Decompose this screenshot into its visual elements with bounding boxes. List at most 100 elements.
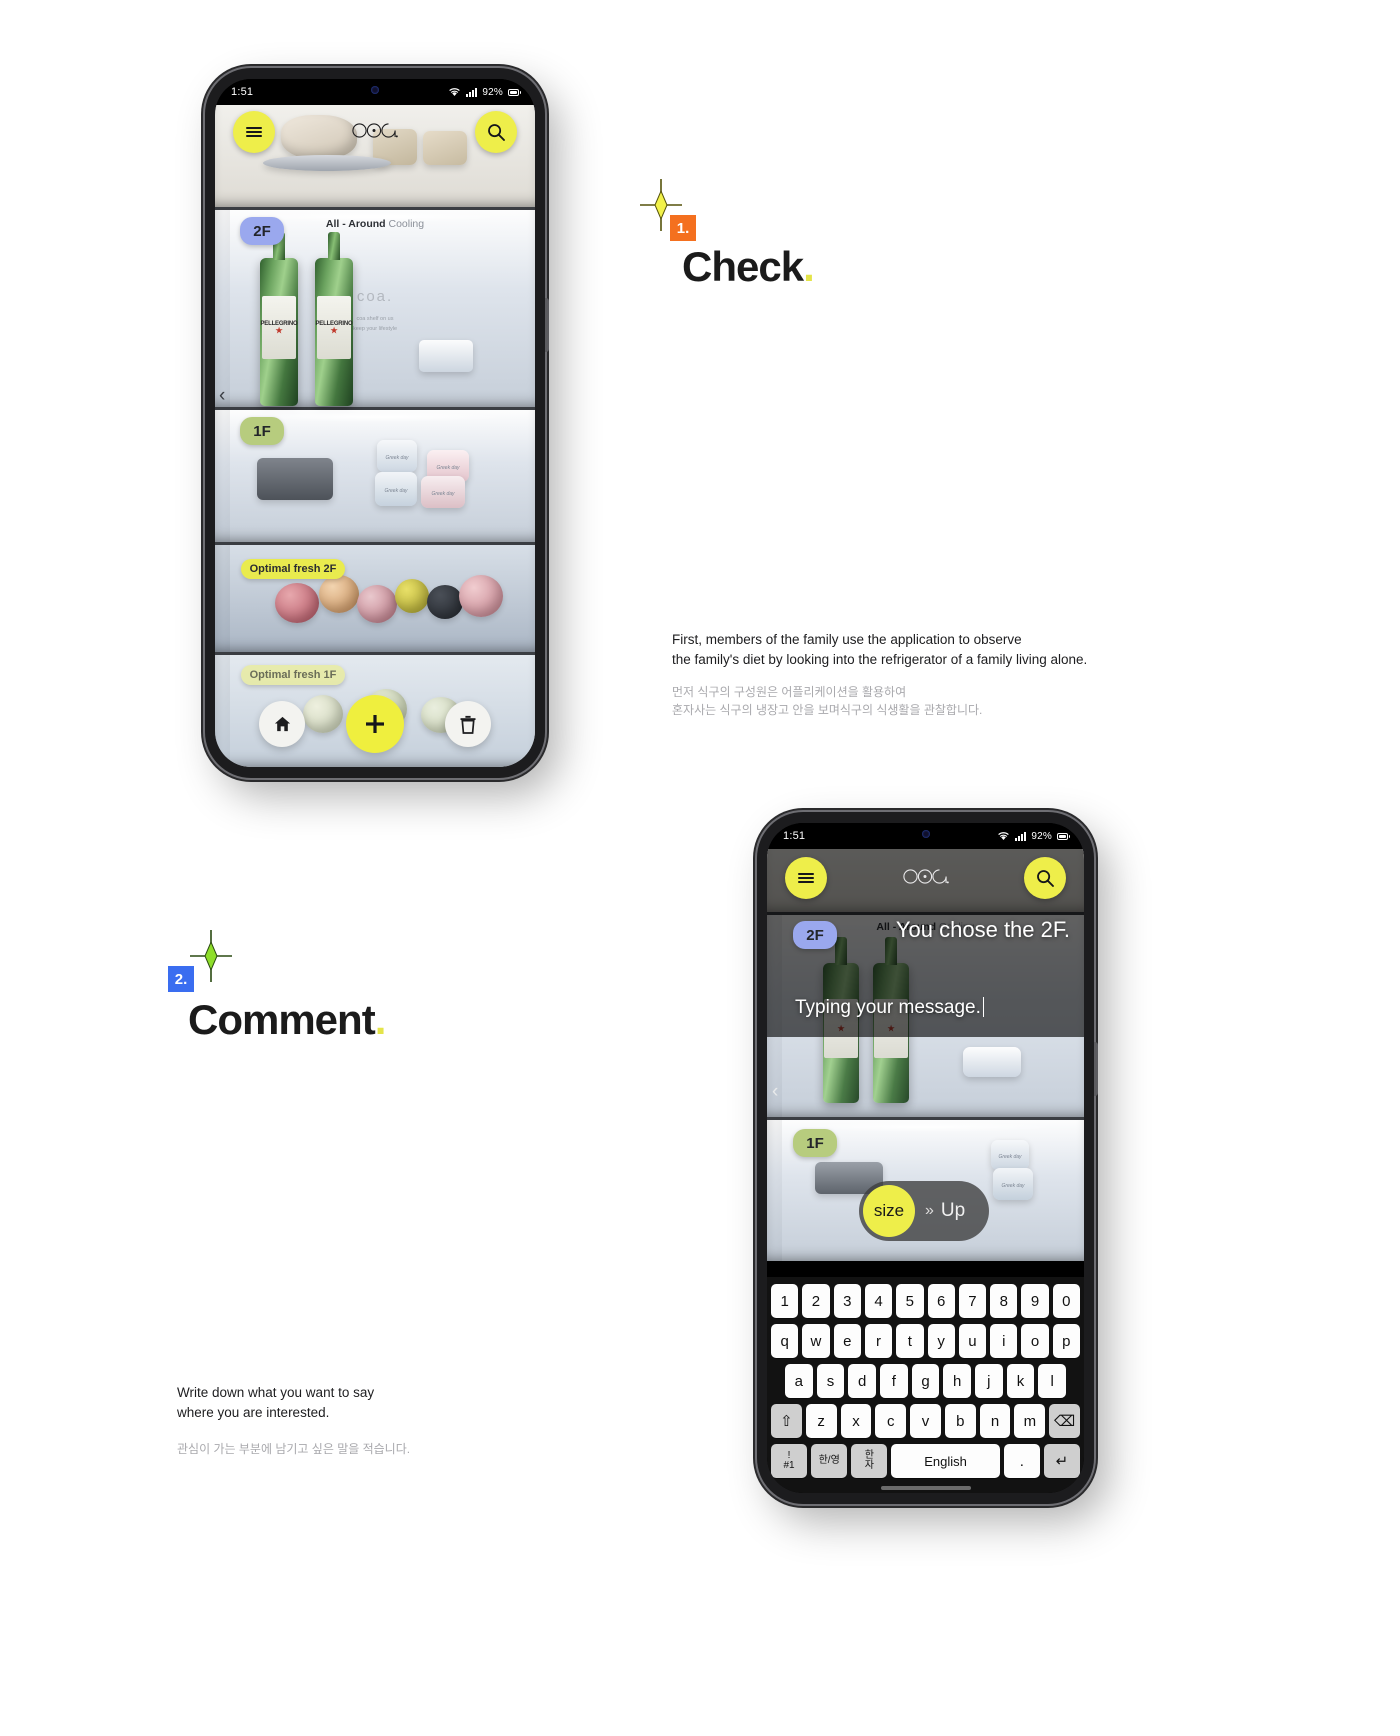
key-4[interactable]: 4: [864, 1284, 893, 1318]
step-number-text: 2.: [174, 970, 188, 988]
key-5[interactable]: 5: [896, 1284, 924, 1318]
key-l[interactable]: l: [1038, 1364, 1067, 1398]
front-camera-icon: [921, 830, 930, 838]
key-e[interactable]: e: [833, 1324, 861, 1358]
step-title-text: Check: [682, 243, 804, 290]
keyboard-row-bottom: ! #1 한/영 한 자 English . ↵: [771, 1444, 1080, 1478]
step-number-badge: 2.: [168, 966, 194, 992]
shift-key[interactable]: ⇧: [770, 1404, 802, 1438]
key-a[interactable]: a: [784, 1364, 813, 1398]
search-button[interactable]: [1024, 857, 1066, 899]
hanja-key-bottom: 자: [864, 1460, 874, 1471]
key-n[interactable]: n: [979, 1404, 1011, 1438]
food-blob: [281, 115, 357, 159]
key-x[interactable]: x: [840, 1404, 872, 1438]
language-toggle-key[interactable]: 한/영: [811, 1444, 848, 1478]
home-button[interactable]: [259, 701, 306, 747]
signal-icon: [466, 87, 478, 97]
key-2[interactable]: 2: [802, 1284, 830, 1318]
key-t[interactable]: t: [896, 1324, 924, 1358]
watermark-sub-1: coa shelf on us: [356, 316, 394, 322]
key-s[interactable]: s: [816, 1364, 845, 1398]
key-m[interactable]: m: [1014, 1404, 1046, 1438]
battery-percent: 92%: [1031, 830, 1052, 842]
delete-button[interactable]: [444, 701, 491, 747]
produce-item: [427, 585, 463, 619]
key-v[interactable]: v: [910, 1404, 941, 1438]
hanja-key[interactable]: 한 자: [851, 1444, 888, 1478]
key-9[interactable]: 9: [1021, 1284, 1049, 1318]
status-time: 1:51: [783, 830, 806, 842]
keyboard-row-numbers: 1234567890: [771, 1284, 1080, 1318]
key-o[interactable]: o: [1021, 1324, 1049, 1358]
key-w[interactable]: w: [802, 1324, 830, 1358]
message-input[interactable]: Typing your message.: [795, 997, 985, 1019]
space-key[interactable]: English: [891, 1444, 1000, 1478]
key-7[interactable]: 7: [958, 1284, 987, 1318]
step-1-paragraph-ko: 먼저 식구의 구성원은 어플리케이션을 활용하여 혼자사는 식구의 냉장고 안을…: [672, 685, 983, 717]
add-button[interactable]: [345, 695, 404, 753]
produce-item: [459, 575, 503, 617]
key-6[interactable]: 6: [927, 1284, 955, 1318]
key-z[interactable]: z: [805, 1404, 837, 1438]
previous-arrow-icon[interactable]: ‹: [219, 385, 225, 407]
bottle: PELLEGRINO ★: [315, 232, 353, 406]
symbols-key[interactable]: ! #1: [771, 1444, 808, 1478]
menu-button[interactable]: [233, 111, 275, 153]
battery-icon: [1057, 832, 1070, 840]
step-number-badge: 1.: [670, 215, 696, 241]
watermark-sub-2: keep your lifestyle: [352, 325, 398, 332]
key-j[interactable]: j: [975, 1364, 1003, 1398]
size-button[interactable]: size: [863, 1185, 915, 1237]
watermark-sub: coa shelf on us keep your lifestyle: [353, 315, 397, 335]
key-h[interactable]: h: [943, 1364, 972, 1398]
floor-badge-2f[interactable]: 2F: [240, 217, 284, 245]
key-p[interactable]: p: [1052, 1324, 1080, 1358]
key-3[interactable]: 3: [833, 1284, 861, 1318]
step-title-dot: .: [374, 996, 387, 1043]
bottle-label: PELLEGRINO ★: [316, 296, 353, 359]
battery-icon: [508, 88, 521, 96]
menu-button[interactable]: [785, 857, 827, 899]
key-8[interactable]: 8: [990, 1284, 1018, 1318]
app-logo: [352, 123, 398, 143]
key-i[interactable]: i: [990, 1324, 1018, 1358]
battery-percent: 92%: [482, 86, 503, 98]
key-b[interactable]: b: [944, 1404, 976, 1438]
floor-badge-2f[interactable]: 2F: [793, 921, 837, 949]
tub-label: Greek day: [385, 454, 409, 461]
all-around-cooling-label: All - Around Cooling: [326, 218, 424, 230]
size-button-label: size: [873, 1201, 905, 1220]
system-nav-pill[interactable]: [880, 1486, 971, 1490]
produce-item: [357, 585, 397, 623]
key-d[interactable]: d: [848, 1364, 876, 1398]
key-0[interactable]: 0: [1052, 1284, 1080, 1318]
size-value: Up: [940, 1200, 966, 1221]
yogurt-tub: Greek day: [375, 472, 417, 506]
floor-badge-1f[interactable]: 1F: [240, 417, 284, 445]
key-u[interactable]: u: [958, 1324, 987, 1358]
key-r[interactable]: r: [864, 1324, 893, 1358]
backspace-key[interactable]: ⌫: [1049, 1404, 1081, 1438]
key-c[interactable]: c: [875, 1404, 907, 1438]
sparkle-icon: [190, 930, 232, 982]
tub-label: Greek day: [431, 490, 455, 497]
enter-key[interactable]: ↵: [1043, 1444, 1080, 1478]
period-key[interactable]: .: [1003, 1444, 1040, 1478]
plus-icon: [365, 715, 384, 733]
key-y[interactable]: y: [927, 1324, 955, 1358]
text-caret: [982, 997, 985, 1017]
key-k[interactable]: k: [1006, 1364, 1035, 1398]
search-button[interactable]: [475, 111, 517, 153]
keyboard-row-zxcv: ⇧ zxcvbnm ⌫: [770, 1404, 1081, 1438]
optimal-fresh-2f-label[interactable]: Optimal fresh 2F: [241, 559, 345, 579]
key-g[interactable]: g: [911, 1364, 940, 1398]
plate: [263, 155, 391, 171]
key-f[interactable]: f: [880, 1364, 908, 1398]
previous-arrow-icon[interactable]: ‹: [772, 1081, 778, 1103]
floor-badge-1f[interactable]: 1F: [793, 1129, 837, 1157]
key-q[interactable]: q: [771, 1324, 799, 1358]
search-icon: [1036, 869, 1054, 887]
size-control[interactable]: size » Up: [859, 1181, 990, 1241]
key-1[interactable]: 1: [771, 1284, 799, 1318]
